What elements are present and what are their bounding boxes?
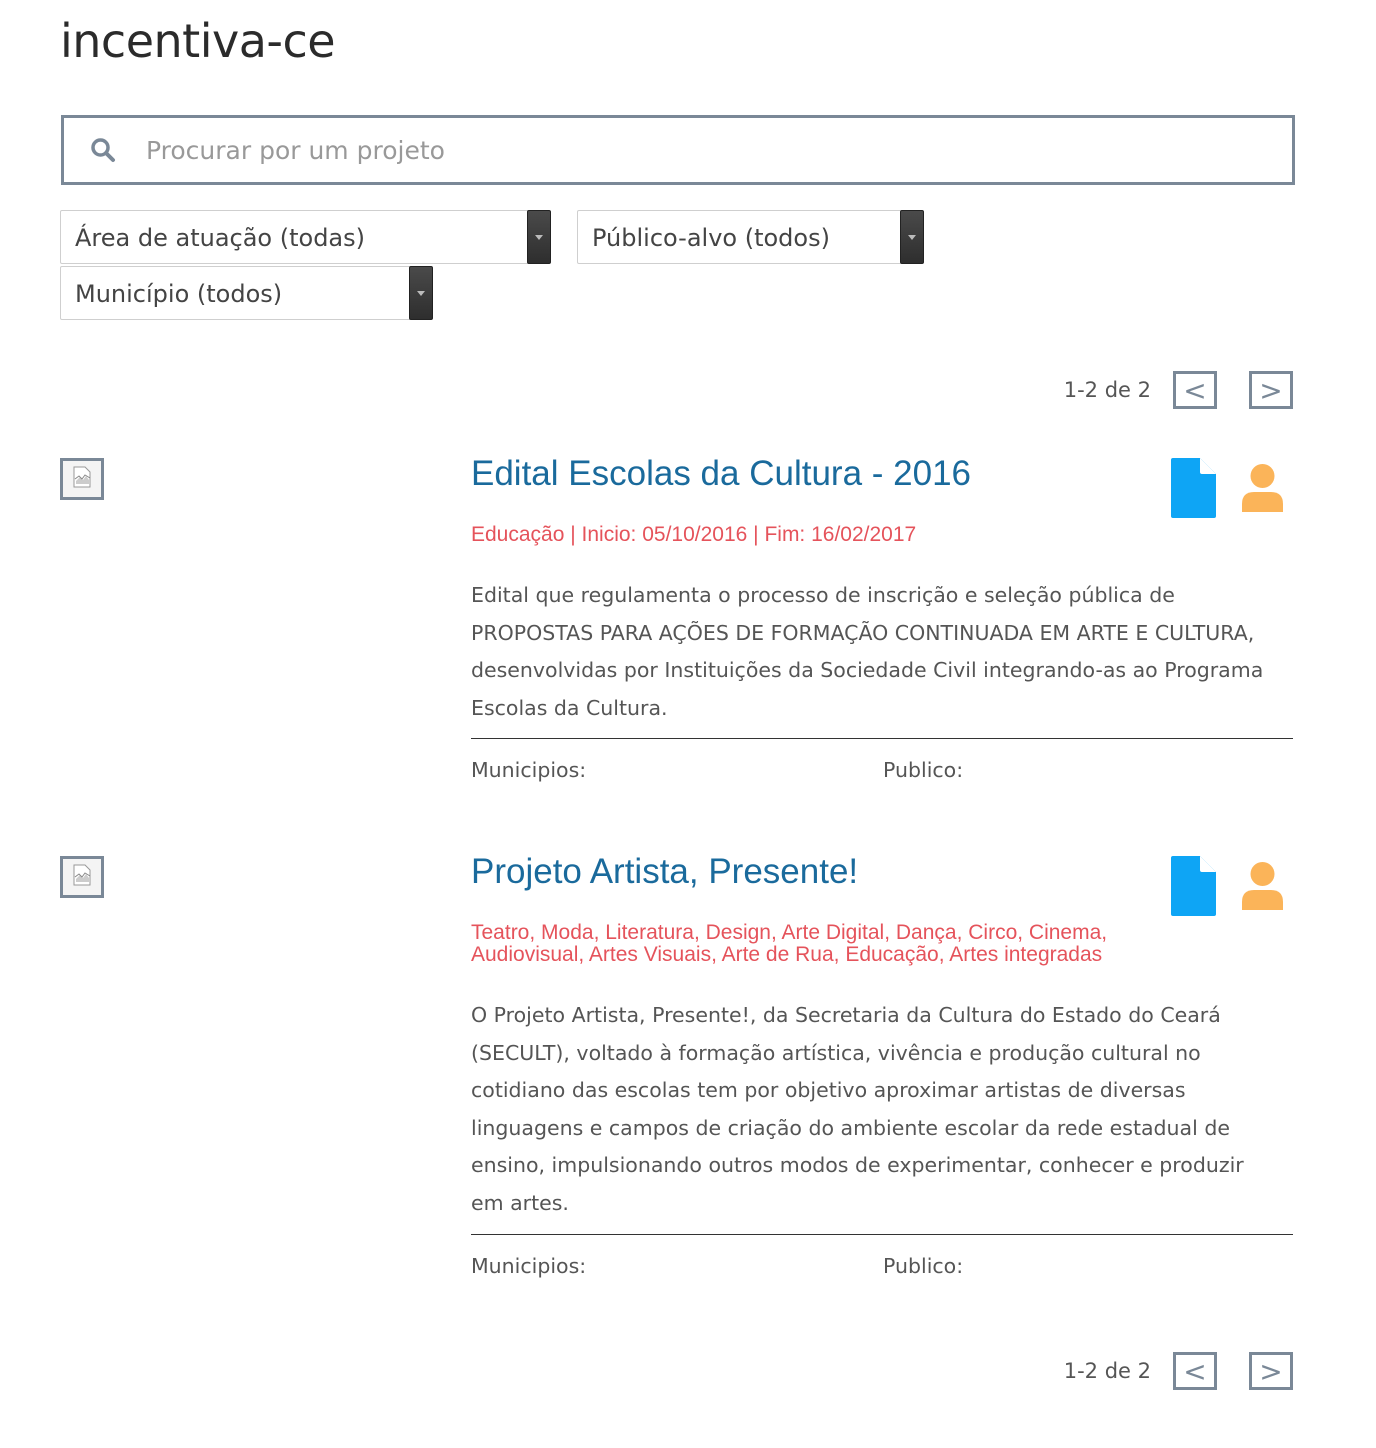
pagination-top: 1-2 de 2 < > [1064, 368, 1293, 412]
chevron-down-icon[interactable] [409, 266, 433, 320]
broken-image-icon [72, 466, 92, 492]
publico-select[interactable]: Público-alvo (todos) [577, 210, 924, 264]
search-input[interactable] [144, 124, 1292, 176]
pagination-bottom: 1-2 de 2 < > [1064, 1349, 1293, 1393]
project-meta: Educação | Inicio: 05/10/2016 | Fim: 16/… [471, 523, 917, 546]
project-description: Edital que regulamenta o processo de ins… [471, 583, 1264, 720]
project-thumbnail[interactable] [60, 856, 104, 898]
publico-select-value: Público-alvo (todos) [592, 224, 830, 252]
prev-page-button[interactable]: < [1173, 1352, 1217, 1390]
area-select[interactable]: Área de atuação (todas) [60, 210, 551, 264]
user-icon[interactable] [1240, 860, 1285, 910]
area-select-value: Área de atuação (todas) [75, 224, 366, 252]
broken-image-icon [72, 864, 92, 890]
document-icon[interactable] [1171, 458, 1216, 518]
site-title: incentiva-ce [60, 14, 336, 68]
search-icon[interactable] [90, 137, 116, 163]
next-page-button[interactable]: > [1249, 1352, 1293, 1390]
municipios-label: Municipios: [471, 1254, 587, 1278]
project-title[interactable]: Projeto Artista, Presente! [471, 852, 858, 892]
pagination-count: 1-2 de 2 [1063, 378, 1151, 402]
next-page-button[interactable]: > [1249, 371, 1293, 409]
search-bar [61, 115, 1295, 185]
municipio-select-value: Município (todos) [75, 280, 283, 308]
project-meta: Teatro, Moda, Literatura, Design, Arte D… [471, 921, 1108, 966]
user-icon[interactable] [1240, 462, 1285, 512]
publico-label: Publico: [883, 758, 964, 782]
document-icon[interactable] [1171, 856, 1216, 916]
municipio-select[interactable]: Município (todos) [60, 266, 433, 320]
chevron-down-icon[interactable] [527, 210, 551, 264]
prev-page-button[interactable]: < [1173, 371, 1217, 409]
chevron-down-icon[interactable] [900, 210, 924, 264]
pagination-count: 1-2 de 2 [1063, 1359, 1151, 1383]
divider [471, 1234, 1293, 1235]
publico-label: Publico: [883, 1254, 964, 1278]
divider [471, 738, 1293, 739]
municipios-label: Municipios: [471, 758, 587, 782]
project-description: O Projeto Artista, Presente!, da Secreta… [471, 1003, 1244, 1215]
project-title[interactable]: Edital Escolas da Cultura - 2016 [471, 454, 971, 494]
project-thumbnail[interactable] [60, 458, 104, 500]
